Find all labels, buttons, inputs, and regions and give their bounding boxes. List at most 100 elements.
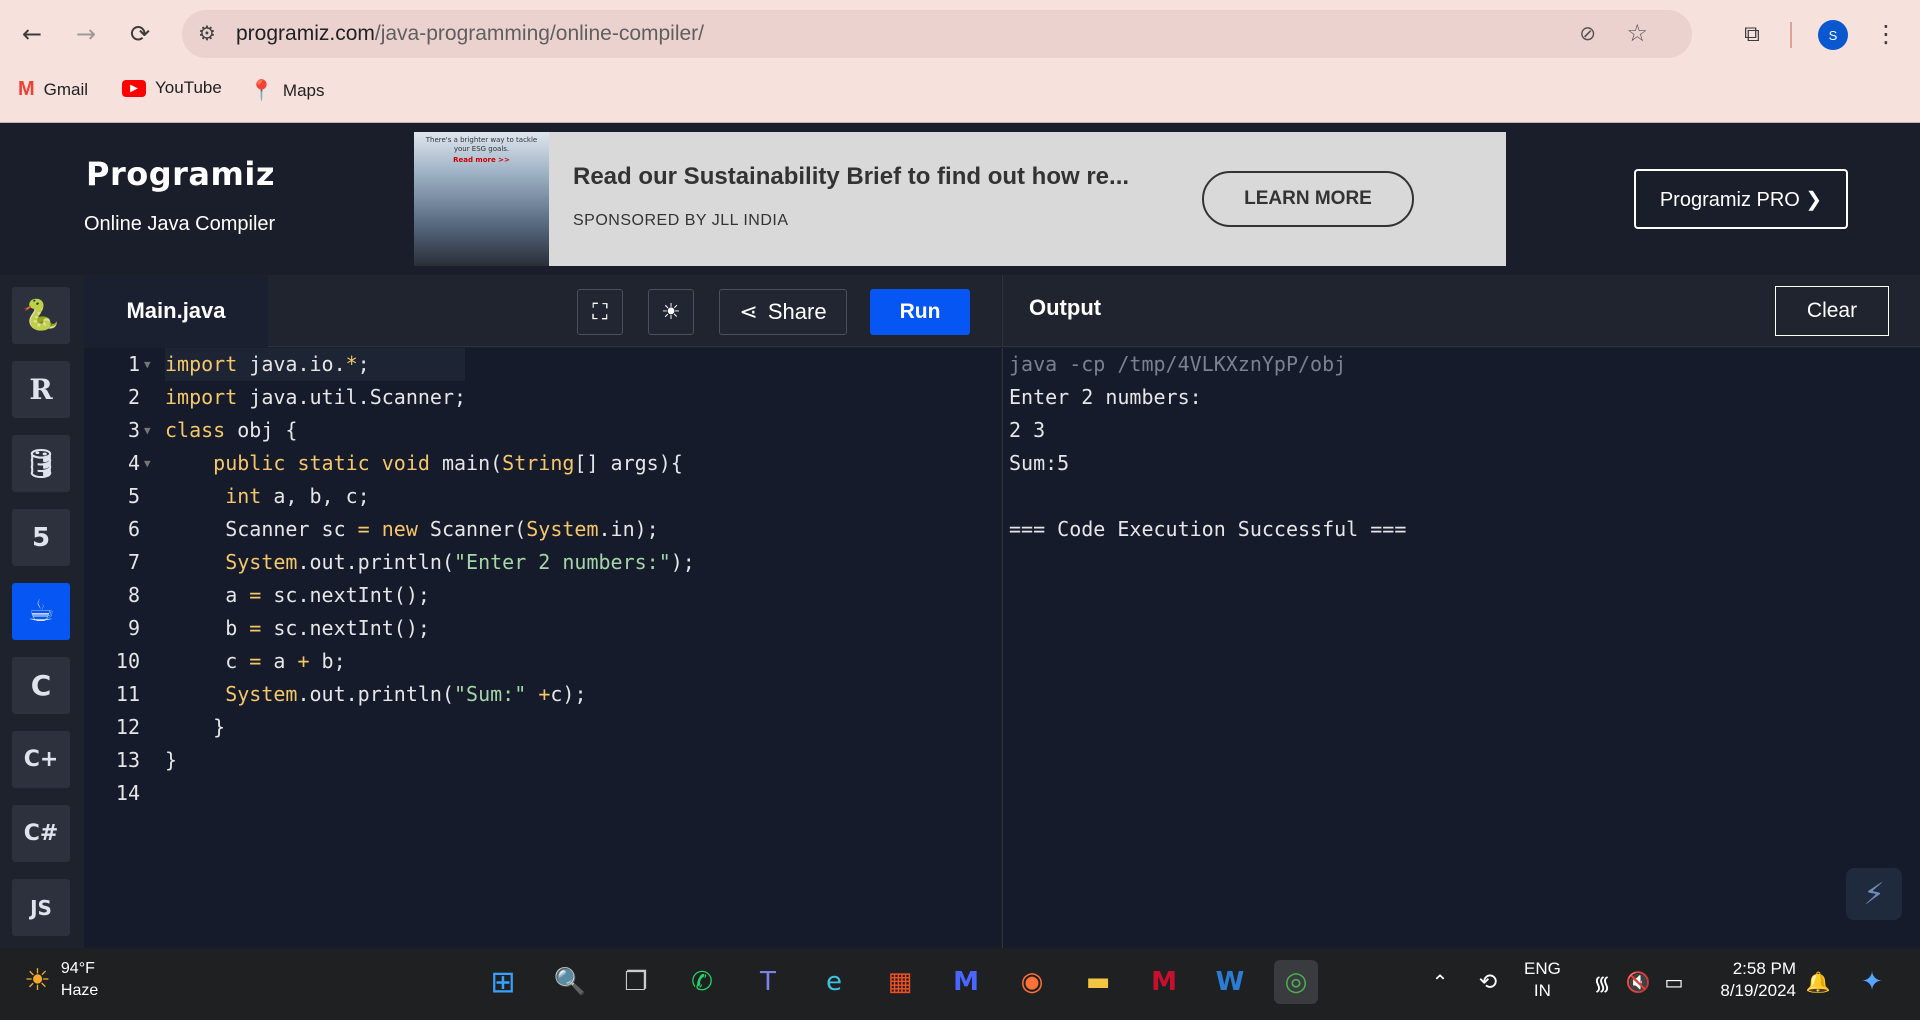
sql-icon[interactable]: 🛢 — [12, 435, 70, 492]
chrome-icon[interactable]: ◎ — [1274, 960, 1318, 1004]
menu-icon[interactable]: ⋮ — [1868, 16, 1904, 52]
line-number: 3 — [127, 418, 140, 442]
output-title: Output — [1029, 295, 1102, 320]
code-line: 5 int a, b, c; — [84, 480, 1001, 513]
ad-title[interactable]: Read our Sustainability Brief to find ou… — [573, 163, 1129, 191]
line-number: 4 — [127, 451, 140, 475]
programiz-pro-button[interactable]: Programiz PRO ❯ — [1634, 169, 1848, 229]
line-number: 11 — [115, 682, 140, 706]
notification-bell-icon[interactable]: 🔔 — [1796, 960, 1840, 1004]
r-icon[interactable]: R — [12, 361, 70, 418]
fullscreen-icon[interactable]: ⛶ — [577, 289, 623, 335]
ad-image[interactable]: There's a brighter way to tackle your ES… — [414, 132, 549, 266]
language-indicator[interactable]: ENG IN — [1524, 958, 1561, 1002]
teams-icon[interactable]: T — [746, 960, 790, 1004]
line-number: 1 — [127, 352, 140, 376]
line-code: class obj { — [165, 418, 298, 442]
ad-image-text: There's a brighter way to tackle your ES… — [425, 136, 538, 153]
clock[interactable]: 2:58 PM 8/19/2024 — [1706, 958, 1796, 1002]
csharp-icon[interactable]: C# — [12, 805, 70, 862]
html-icon[interactable]: 5 — [12, 509, 70, 566]
forward-button[interactable]: → — [68, 16, 104, 52]
search-icon[interactable]: 🔍 — [548, 960, 592, 1004]
editor-toolbar: Main.java ⛶ ☀ ⋖ Share Run — [84, 275, 1001, 347]
windows-start-icon[interactable]: ⊞ — [481, 960, 525, 1004]
word-icon[interactable]: W — [1208, 960, 1252, 1004]
lang-code: ENG — [1524, 959, 1561, 978]
bookmark-maps[interactable]: 📍 Maps — [249, 78, 324, 103]
store-icon[interactable]: ▦ — [878, 960, 922, 1004]
gmail-icon: M — [18, 78, 35, 100]
profile-avatar[interactable]: S — [1818, 20, 1848, 50]
address-bar[interactable]: ⚙ programiz.com/java-programming/online-… — [182, 10, 1692, 58]
js-icon[interactable]: JS — [12, 879, 70, 936]
line-number: 6 — [127, 517, 140, 541]
clear-button[interactable]: Clear — [1775, 286, 1889, 336]
output-console[interactable]: java -cp /tmp/4VLKXznYpP/obj Enter 2 num… — [1002, 348, 1920, 948]
line-code: System.out.println("Enter 2 numbers:"); — [225, 550, 695, 574]
theme-toggle-icon[interactable]: ☀ — [648, 289, 694, 335]
reload-button[interactable]: ⟳ — [122, 16, 158, 52]
battery-icon[interactable]: ▭ — [1652, 960, 1696, 1004]
programiz-logo[interactable]: Programiz — [86, 155, 275, 193]
output-line: === Code Execution Successful === — [1009, 517, 1407, 541]
date: 8/19/2024 — [1720, 981, 1796, 1000]
time: 2:58 PM — [1732, 959, 1796, 978]
code-line: 14 — [84, 777, 1001, 810]
copilot-icon[interactable]: ✦ — [1850, 960, 1894, 1004]
output-line: Enter 2 numbers: — [1009, 385, 1202, 409]
c-icon[interactable]: C — [12, 657, 70, 714]
bookmark-youtube[interactable]: ▶ YouTube — [122, 78, 222, 98]
code-line: 8 a = sc.nextInt(); — [84, 579, 1001, 612]
star-icon[interactable]: ☆ — [1626, 19, 1648, 47]
sponsored-ad[interactable]: There's a brighter way to tackle your ES… — [414, 132, 1506, 266]
edge-icon[interactable]: e — [812, 960, 856, 1004]
share-label: Share — [767, 299, 827, 324]
code-line: 12 } — [84, 711, 1001, 744]
sync-icon[interactable]: ⟲ — [1466, 960, 1510, 1004]
line-code: import java.io.*; — [165, 352, 370, 376]
extensions-icon[interactable]: ⧉ — [1734, 16, 1770, 52]
eye-off-icon[interactable]: ⊘ — [1579, 21, 1596, 45]
code-editor[interactable]: 1 ▼ import java.io.*; 2 import java.util.Sc… — [84, 348, 1001, 948]
whatsapp-icon[interactable]: ✆ — [680, 960, 724, 1004]
youtube-icon: ▶ — [122, 79, 146, 97]
code-line: 4 ▼ public static void main(String[] args… — [84, 447, 1001, 480]
site-header: Programiz Online Java Compiler There's a… — [0, 122, 1920, 274]
output-line: Sum:5 — [1009, 451, 1070, 475]
app-m-icon[interactable]: M — [944, 960, 988, 1004]
fold-arrow-icon[interactable]: ▼ — [144, 447, 151, 480]
fold-arrow-icon[interactable]: ▼ — [144, 348, 151, 381]
chevron-up-icon[interactable]: ⌃ — [1418, 960, 1462, 1004]
line-code: public static void main(String[] args){ — [213, 451, 683, 475]
line-code: int a, b, c; — [225, 484, 370, 508]
ad-image-link: Read more >> — [453, 156, 510, 164]
line-number: 13 — [115, 748, 140, 772]
weather-widget[interactable]: ☀ 94°F Haze — [24, 958, 98, 1002]
java-icon[interactable]: ☕ — [12, 583, 70, 640]
lightning-icon[interactable]: ⚡ — [1846, 868, 1902, 920]
bookmark-gmail[interactable]: M Gmail — [18, 78, 88, 101]
code-line: 9 b = sc.nextInt(); — [84, 612, 1001, 645]
mcafee-icon[interactable]: M — [1142, 960, 1186, 1004]
site-info-icon[interactable]: ⚙ — [198, 21, 216, 45]
run-button[interactable]: Run — [870, 289, 970, 335]
share-button[interactable]: ⋖ Share — [719, 289, 847, 335]
learn-more-button[interactable]: LEARN MORE — [1202, 171, 1414, 227]
line-code: } — [165, 748, 178, 772]
file-explorer-icon[interactable]: ▬ — [1076, 960, 1120, 1004]
bookmark-label: YouTube — [155, 78, 222, 97]
page-title: Online Java Compiler — [84, 213, 276, 235]
line-code: import java.util.Scanner; — [165, 385, 467, 409]
python-icon[interactable]: 🐍 — [12, 287, 70, 344]
cpp-icon[interactable]: C+ — [12, 731, 70, 788]
back-button[interactable]: ← — [14, 16, 50, 52]
fold-arrow-icon[interactable]: ▼ — [144, 414, 151, 447]
line-number: 10 — [115, 649, 140, 673]
line-number: 5 — [127, 484, 140, 508]
task-view-icon[interactable]: ❐ — [614, 960, 658, 1004]
firefox-icon[interactable]: ◉ — [1010, 960, 1054, 1004]
file-tab-main[interactable]: Main.java — [84, 275, 268, 347]
windows-taskbar: ☀ 94°F Haze ⊞ 🔍 ❐ ✆ T e ▦ M ◉ ▬ M W ◎ ⌃ … — [0, 948, 1920, 1020]
bookmark-label: Maps — [282, 80, 325, 100]
